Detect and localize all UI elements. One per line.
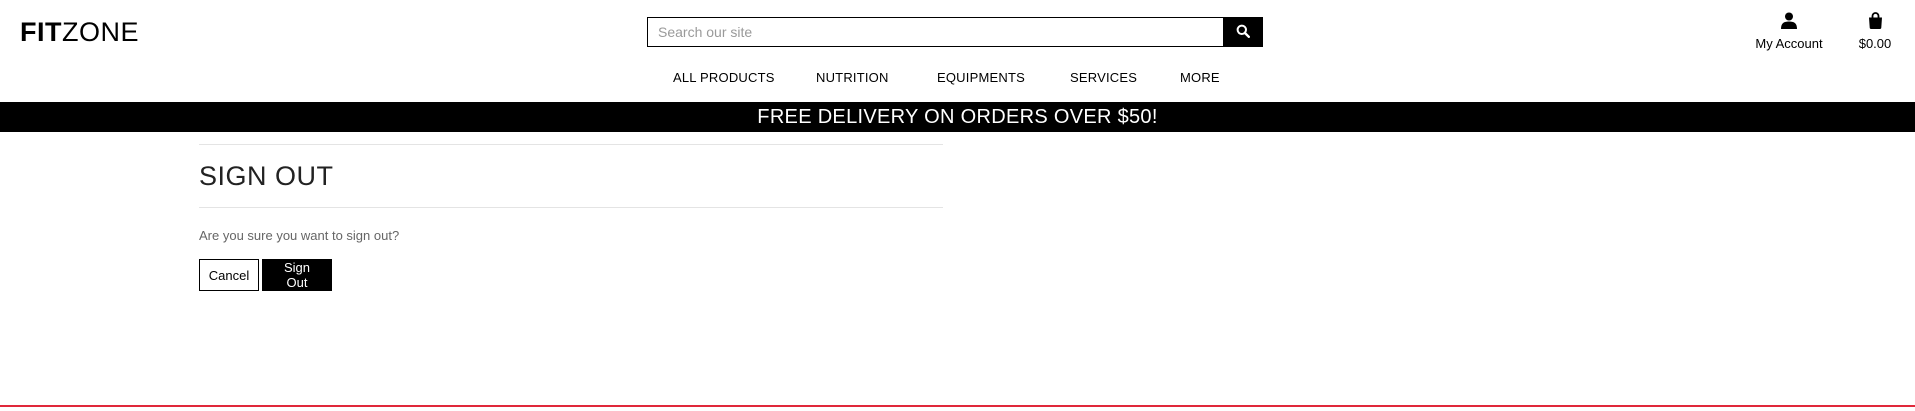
search-input[interactable] [647, 17, 1223, 47]
page-title: SIGN OUT [199, 161, 334, 191]
search-form [647, 17, 1263, 47]
nav-item-more[interactable]: MORE [1180, 70, 1220, 85]
nav-item-all-products[interactable]: ALL PRODUCTS [673, 70, 775, 85]
main-nav: ALL PRODUCTS NUTRITION EQUIPMENTS SERVIC… [0, 70, 1915, 88]
logo-light: ZONE [62, 17, 140, 47]
sign-out-panel: SIGN OUT Are you sure you want to sign o… [199, 144, 943, 291]
sign-out-message: Are you sure you want to sign out? [199, 228, 400, 243]
cancel-button[interactable]: Cancel [199, 259, 259, 291]
logo-bold: FIT [20, 17, 62, 47]
cart-total: $0.00 [1858, 36, 1892, 51]
divider-bottom [199, 207, 943, 208]
user-icon [1781, 12, 1797, 36]
page: FITZONE My Account [0, 0, 1915, 411]
my-account-label: My Account [1755, 36, 1823, 51]
cart-link[interactable]: $0.00 [1854, 12, 1896, 52]
sign-out-actions: Cancel Sign Out [199, 259, 943, 291]
nav-item-equipments[interactable]: EQUIPMENTS [937, 70, 1025, 85]
my-account-link[interactable]: My Account [1748, 12, 1830, 52]
search-button[interactable] [1223, 17, 1263, 47]
delivery-banner: FREE DELIVERY ON ORDERS OVER $50! [0, 102, 1915, 132]
sign-out-button[interactable]: Sign Out [262, 259, 332, 291]
search-icon [1236, 24, 1251, 41]
divider-top [199, 144, 943, 145]
nav-item-nutrition[interactable]: NUTRITION [816, 70, 889, 85]
shopping-bag-icon [1868, 12, 1883, 36]
nav-item-services[interactable]: SERVICES [1070, 70, 1137, 85]
footer-divider [0, 405, 1915, 407]
logo[interactable]: FITZONE [20, 16, 139, 48]
